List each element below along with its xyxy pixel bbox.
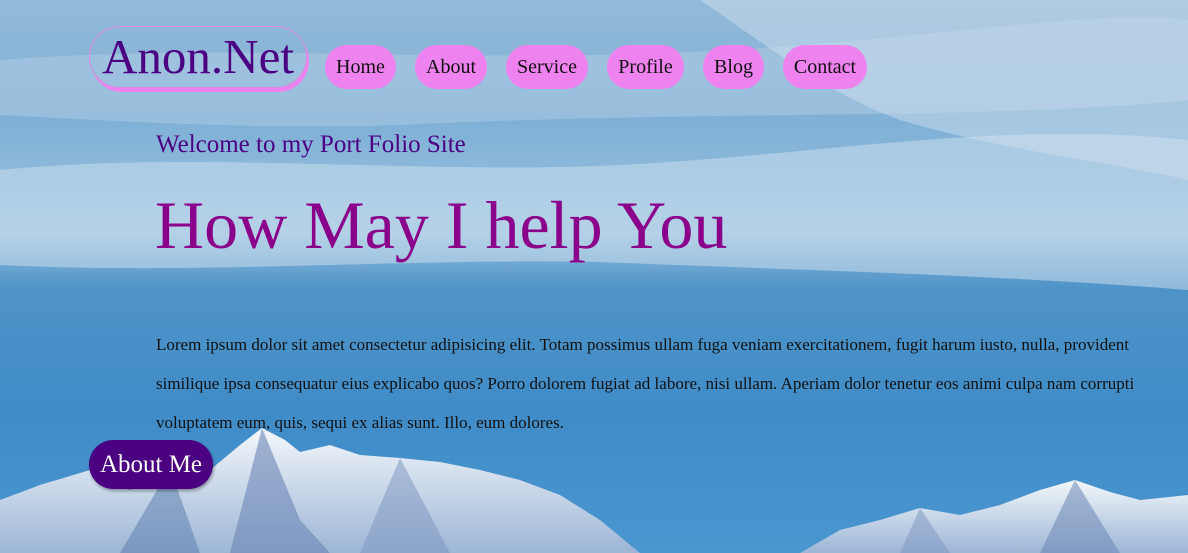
hero-headline: How May I help You [155, 187, 728, 263]
nav-blog-button[interactable]: Blog [703, 45, 764, 89]
nav-home-button[interactable]: Home [325, 45, 396, 89]
nav-profile-button[interactable]: Profile [607, 45, 684, 89]
about-me-button[interactable]: About Me [89, 440, 213, 489]
welcome-text: Welcome to my Port Folio Site [156, 131, 466, 158]
site-logo[interactable]: Anon.Net [89, 26, 307, 88]
nav-service-button[interactable]: Service [506, 45, 588, 89]
nav-about-button[interactable]: About [415, 45, 487, 89]
nav-contact-button[interactable]: Contact [783, 45, 867, 89]
hero-paragraph: Lorem ipsum dolor sit amet consectetur a… [156, 335, 1135, 432]
